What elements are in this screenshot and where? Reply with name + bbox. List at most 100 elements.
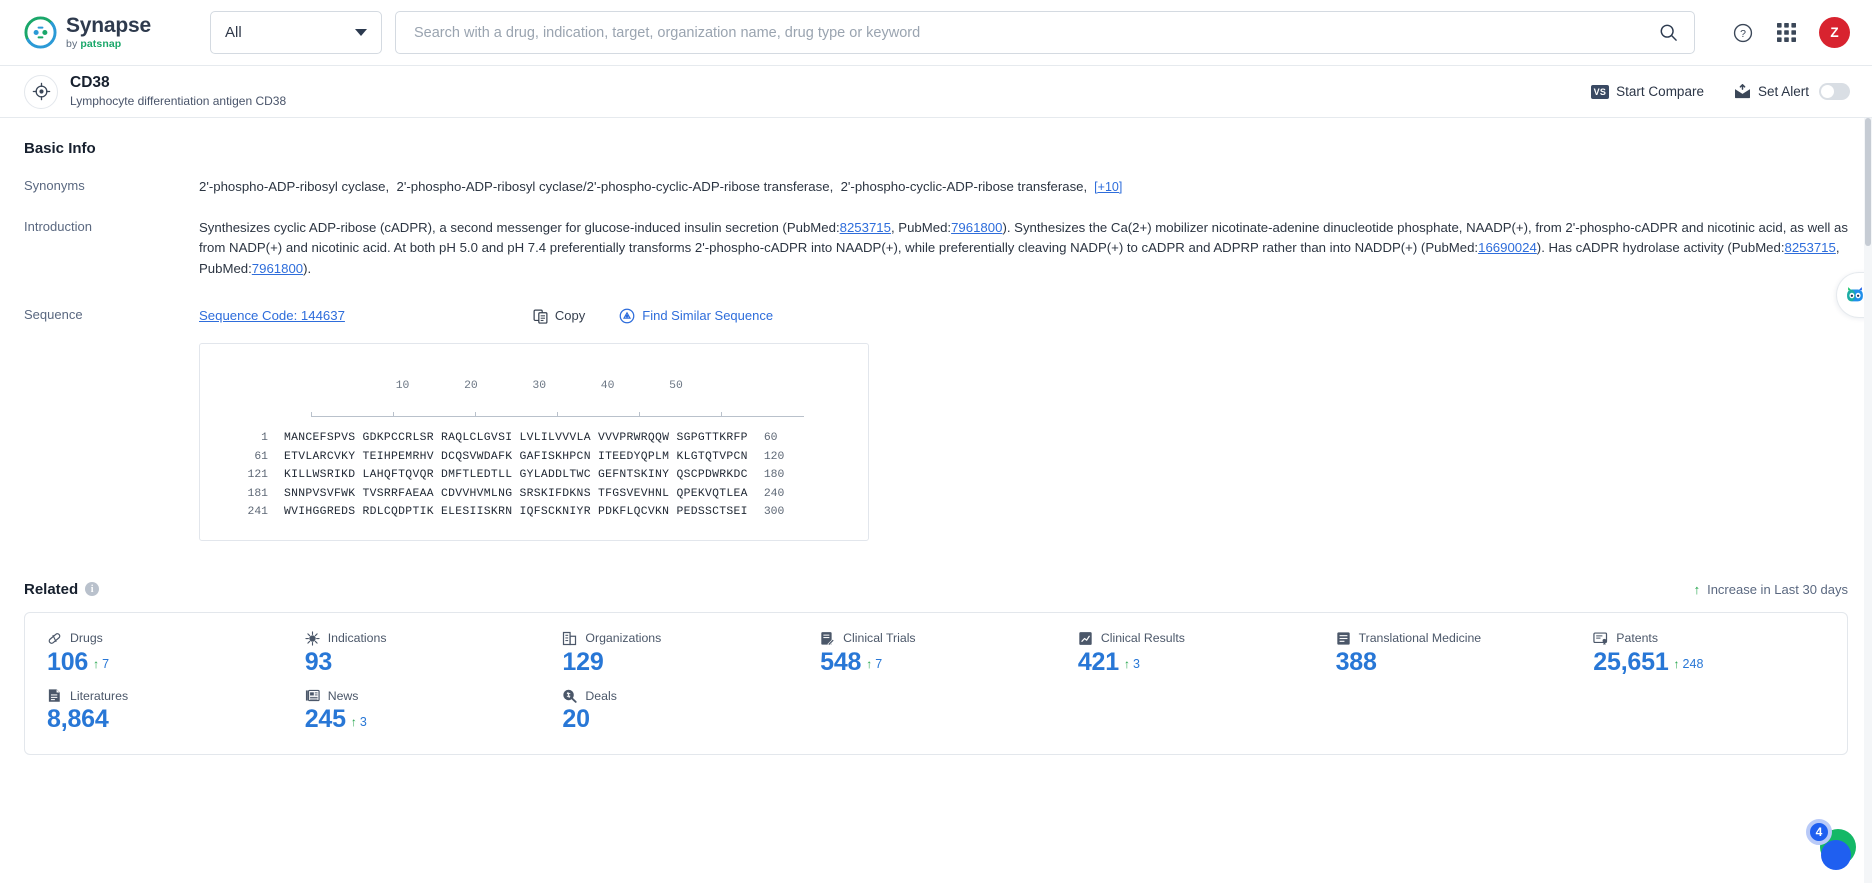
sequence-line: 1 MANCEFSPVS GDKPCCRLSR RAQLCLGVSI LVLIL… — [218, 429, 850, 447]
help-circle-icon: ? — [1733, 23, 1753, 42]
find-similar-label: Find Similar Sequence — [642, 308, 774, 324]
virus-icon — [305, 631, 320, 646]
synonyms-more-link[interactable]: [+10] — [1094, 180, 1122, 194]
pubmed-link[interactable]: 8253715 — [840, 220, 891, 235]
ruler-tick: 20 — [464, 379, 478, 392]
stat-value: 129 — [562, 647, 604, 676]
set-alert-control[interactable]: Set Alert — [1734, 83, 1850, 100]
search-scope-value: All — [225, 24, 242, 41]
stat-head: Organizations — [562, 631, 808, 646]
sequence-start-index: 241 — [247, 506, 268, 519]
ruler-tick: 10 — [395, 379, 410, 392]
up-arrow-icon: ↑ — [1673, 657, 1680, 672]
literature-icon — [48, 689, 60, 702]
synapse-logo[interactable]: Synapse by patsnap — [24, 15, 174, 50]
stat-translational-medicine[interactable]: Translational Medicine 388 — [1324, 631, 1582, 677]
pubmed-link[interactable]: 8253715 — [1785, 240, 1836, 255]
up-arrow-icon: ↑ — [1123, 657, 1130, 672]
synonym-item: 2'-phospho-cyclic-ADP-ribose transferase — [840, 179, 1084, 194]
stat-delta: ↑ 7 — [866, 657, 882, 671]
info-icon[interactable]: i — [85, 582, 100, 597]
up-arrow-icon: ↑ — [1693, 581, 1701, 597]
search-button[interactable] — [1659, 23, 1678, 42]
news-icon — [305, 689, 320, 702]
copy-icon — [533, 309, 548, 324]
search-scope-select[interactable]: All — [210, 11, 382, 54]
stat-value: 421 — [1077, 647, 1119, 676]
start-compare-button[interactable]: VS Start Compare — [1590, 84, 1704, 99]
sequence-ruler: 10 20 30 40 50 — [218, 360, 850, 418]
global-search-box[interactable] — [395, 11, 1695, 54]
sequence-body: Sequence Code: 144637 Copy Find Similar … — [199, 306, 1848, 541]
sequence-residues: SNNPVSVFWK TVSRRFAEAA CDVVHVMLNG SRSKIFD… — [284, 487, 748, 500]
stat-drugs[interactable]: Drugs 106 ↑ 7 — [35, 631, 293, 677]
page-subtitle: Lymphocyte differentiation antigen CD38 — [70, 94, 287, 108]
ai-robot-icon — [1846, 287, 1863, 302]
stat-head: Clinical Results — [1078, 631, 1324, 646]
pubmed-link[interactable]: 16690024 — [1478, 240, 1537, 255]
stat-deals[interactable]: Deals 20 — [550, 688, 808, 734]
stat-organizations[interactable]: Organizations 129 — [550, 631, 808, 677]
stat-delta-value: 3 — [359, 714, 367, 729]
increase-legend-label: Increase in Last 30 days — [1707, 581, 1848, 597]
sequence-row: Sequence Sequence Code: 144637 Copy Find… — [24, 306, 1848, 541]
introduction-text: Synthesizes cyclic ADP-ribose (cADPR), a… — [199, 218, 1848, 280]
basic-info-heading: Basic Info — [24, 140, 96, 157]
stat-value: 25,651 — [1593, 647, 1669, 676]
stat-value-row: 106 ↑ 7 — [47, 647, 293, 677]
search-input[interactable] — [412, 23, 1659, 42]
search-icon — [1660, 24, 1677, 41]
stat-clinical-results[interactable]: Clinical Results 421 ↑ 3 — [1066, 631, 1324, 677]
stat-label: Drugs — [70, 631, 103, 646]
stat-value: 106 — [47, 647, 89, 676]
stat-value-row: 20 — [562, 706, 808, 734]
find-similar-icon — [619, 308, 635, 324]
user-avatar[interactable]: Z — [1819, 17, 1850, 48]
header-actions: ? Z — [1732, 17, 1850, 48]
up-arrow-icon: ↑ — [93, 657, 100, 672]
stat-label: Patents — [1616, 631, 1658, 646]
stat-value-row: 93 — [305, 648, 551, 677]
stat-head: Indications — [305, 631, 551, 646]
stat-value-row: 388 — [1335, 647, 1582, 677]
related-stats-card: Drugs 106 ↑ 7 Indications 93 Organizatio… — [24, 611, 1848, 755]
stat-indications[interactable]: Indications 93 — [293, 631, 551, 677]
help-button[interactable]: ? — [1732, 22, 1754, 44]
sequence-code-link[interactable]: Sequence Code: 144637 — [199, 306, 345, 327]
logo-wordmark: Synapse — [66, 14, 151, 38]
sequence-end-index: 240 — [763, 487, 785, 500]
copy-sequence-button[interactable]: Copy — [533, 306, 585, 326]
pubmed-link[interactable]: 7961800 — [951, 220, 1002, 235]
pubmed-link[interactable]: 7961800 — [252, 261, 303, 276]
apps-grid-button[interactable] — [1776, 22, 1797, 43]
stat-clinical-trials[interactable]: Clinical Trials 548 ↑ 7 — [808, 631, 1066, 677]
scrollbar-thumb[interactable] — [1865, 118, 1871, 246]
sequence-end-index: 180 — [763, 469, 785, 482]
synonyms-row: Synonyms 2'-phospho-ADP-ribosyl cyclase,… — [24, 177, 1848, 198]
stat-label: Translational Medicine — [1358, 631, 1482, 646]
stat-patents[interactable]: Patents 25,651 ↑ 248 — [1581, 631, 1839, 677]
set-alert-toggle[interactable] — [1819, 83, 1850, 100]
sequence-start-index: 181 — [247, 487, 268, 500]
stat-literatures[interactable]: Literatures 8,864 — [35, 688, 293, 734]
stat-delta-value: 7 — [875, 657, 883, 672]
page-content: Basic Info Synonyms 2'-phospho-ADP-ribos… — [0, 118, 1872, 883]
stat-value-row: 129 — [562, 647, 808, 677]
sequence-ruler-line — [311, 412, 804, 418]
synonym-item: 2'-phospho-ADP-ribosyl cyclase — [199, 179, 386, 194]
sequence-label: Sequence — [24, 306, 83, 322]
related-header: Related i ↑ Increase in Last 30 days — [24, 581, 1848, 598]
stat-news[interactable]: News 245 ↑ 3 — [293, 688, 551, 734]
intro-part: ). — [303, 261, 312, 277]
stat-head: Patents — [1593, 631, 1839, 646]
logo-by-text: by — [66, 38, 78, 51]
page-scrollbar[interactable] — [1864, 118, 1872, 883]
vs-badge-icon: VS — [1590, 84, 1610, 99]
entity-header-bar: CD38 Lymphocyte differentiation antigen … — [0, 66, 1872, 118]
logo-brand-text: patsnap — [80, 38, 122, 51]
find-similar-sequence-button[interactable]: Find Similar Sequence — [619, 306, 773, 326]
stat-value: 388 — [1335, 647, 1377, 676]
sequence-residues: KILLWSRIKD LAHQFTQVQR DMFTLEDTLL GYLADDL… — [284, 469, 748, 482]
stat-delta: ↑ 3 — [1124, 657, 1140, 671]
support-chat-fab[interactable]: 4 — [1806, 819, 1858, 873]
